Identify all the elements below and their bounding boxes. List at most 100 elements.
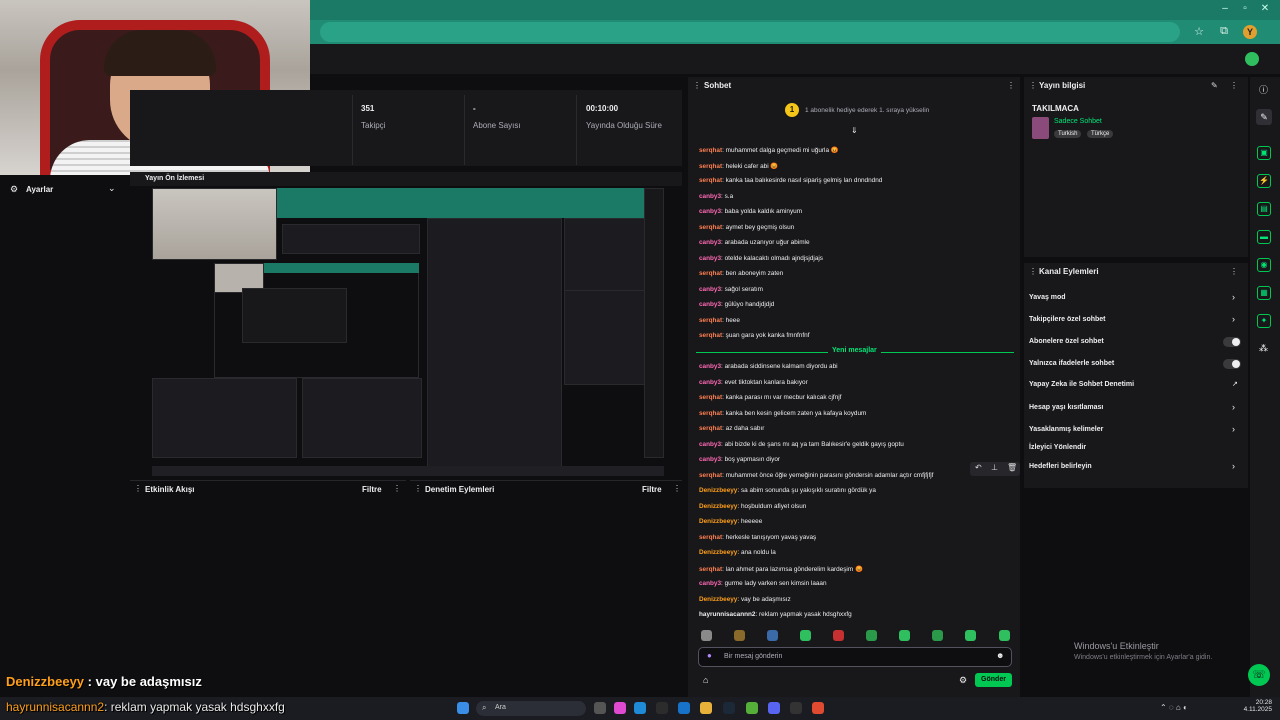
taskbar-search[interactable]: [476, 701, 586, 716]
activity-filter-button[interactable]: Filtre: [362, 485, 382, 494]
discord-icon[interactable]: [768, 702, 780, 714]
chat-username[interactable]: serqhat: [699, 332, 722, 339]
app-icon[interactable]: [656, 702, 668, 714]
emote-icon[interactable]: [999, 630, 1010, 641]
emote-icon[interactable]: [767, 630, 778, 641]
gear-icon[interactable]: ⚙: [959, 675, 967, 686]
app-icon[interactable]: [614, 702, 626, 714]
chat-message[interactable]: canby3: gurme lady varken sen kimsin laa…: [699, 580, 827, 587]
chat-username[interactable]: serqhat: [699, 410, 722, 417]
close-icon[interactable]: ✕: [1258, 3, 1272, 17]
more-icon[interactable]: ⋮: [1230, 267, 1238, 276]
document-icon[interactable]: ▤: [1257, 202, 1271, 216]
profile-avatar[interactable]: Y: [1243, 25, 1257, 39]
chat-message[interactable]: Denizzbeeyy: sa abim sonunda şu yakışıkl…: [699, 487, 876, 494]
emote-icon[interactable]: [833, 630, 844, 641]
layout-icon[interactable]: ▦: [1257, 286, 1271, 300]
steam-icon[interactable]: [723, 702, 735, 714]
chat-message[interactable]: Denizzbeeyy: vay be adaşmısız: [699, 596, 791, 603]
chat-username[interactable]: serqhat: [699, 177, 722, 184]
chat-message[interactable]: serqhat: aymet bey geçmiş olsun: [699, 224, 794, 231]
edit-icon[interactable]: ✎: [1256, 109, 1272, 125]
extensions-icon[interactable]: ⧉: [1217, 25, 1231, 39]
chat-username[interactable]: serqhat: [699, 472, 722, 479]
drag-handle-icon[interactable]: ⋮: [1029, 267, 1037, 276]
ai-moderation-item[interactable]: Yapay Zeka ile Sohbet Denetimi: [1029, 381, 1134, 388]
mail-icon[interactable]: [678, 702, 690, 714]
chat-username[interactable]: Denizzbeeyy: [699, 549, 737, 556]
scroll-down-icon[interactable]: ⇓: [851, 126, 858, 135]
chat-username[interactable]: serqhat: [699, 394, 722, 401]
lightning-icon[interactable]: ⚡: [1257, 174, 1271, 188]
chat-username[interactable]: canby3: [699, 441, 721, 448]
raid-item[interactable]: İzleyici Yönlendir: [1029, 444, 1086, 451]
chat-message[interactable]: canby3: baba yolda kaldık aminyum: [699, 208, 802, 215]
chat-message[interactable]: canby3: boş yapmasın diyor: [699, 456, 780, 463]
maximize-icon[interactable]: ▫: [1238, 3, 1252, 17]
drag-handle-icon[interactable]: ⋮: [134, 484, 142, 493]
subs-only-item[interactable]: Abonelere özel sohbet: [1029, 338, 1104, 345]
clip-icon[interactable]: ▣: [1257, 146, 1271, 160]
tray-icons[interactable]: ⌃ ◌ ⌂ ◐: [1160, 703, 1188, 712]
chat-username[interactable]: hayrunnisacannn2: [699, 611, 755, 618]
chat-username[interactable]: serqhat: [699, 534, 722, 541]
user-avatar[interactable]: [1245, 52, 1259, 66]
chat-username[interactable]: canby3: [699, 193, 721, 200]
chat-message[interactable]: canby3: gülüyo handjdjdjd: [699, 301, 774, 308]
drag-handle-icon[interactable]: ⋮: [693, 81, 701, 90]
emoji-icon[interactable]: ☻: [996, 651, 1004, 660]
subs-only-toggle[interactable]: [1223, 337, 1241, 347]
chat-message[interactable]: serqhat: kanka taa balıkesirde nasıl sip…: [699, 177, 882, 184]
taskview-icon[interactable]: [594, 702, 606, 714]
chat-username[interactable]: serqhat: [699, 566, 722, 573]
chat-message[interactable]: canby3: arabada siddinsene kalmam diyord…: [699, 363, 838, 370]
wrench-icon[interactable]: ✦: [1257, 314, 1271, 328]
chat-message[interactable]: canby3: otelde kalacaktı olmadı ajndjsjd…: [699, 255, 823, 262]
chat-username[interactable]: canby3: [699, 286, 721, 293]
chat-message[interactable]: Denizzbeeyy: ana noldu la: [699, 549, 776, 556]
pin-icon[interactable]: ⊥: [991, 463, 998, 472]
chat-username[interactable]: serqhat: [699, 163, 722, 170]
chat-username[interactable]: canby3: [699, 301, 721, 308]
app-icon[interactable]: [746, 702, 758, 714]
account-age-item[interactable]: Hesap yaşı kısıtlaması: [1029, 404, 1103, 411]
chat-username[interactable]: canby3: [699, 208, 721, 215]
chat-message[interactable]: serqhat: az daha sabır: [699, 425, 764, 432]
moderation-filter-button[interactable]: Filtre: [642, 485, 662, 494]
chat-username[interactable]: canby3: [699, 363, 721, 370]
chat-message[interactable]: canby3: evet tiktoktan kanlara bakıyor: [699, 379, 808, 386]
taskbar-clock[interactable]: 20:28 4.11.2025: [1228, 699, 1272, 713]
chat-username[interactable]: serqhat: [699, 147, 722, 154]
emote-icon[interactable]: [800, 630, 811, 641]
more-icon[interactable]: ⋮: [1007, 81, 1015, 90]
broadcast-icon[interactable]: ◉: [1257, 258, 1271, 272]
followers-only-item[interactable]: Takipçilere özel sohbet: [1029, 316, 1106, 323]
chat-message[interactable]: Denizzbeeyy: heeeee: [699, 518, 762, 525]
emote-only-item[interactable]: Yalnızca ifadelerle sohbet: [1029, 360, 1114, 367]
tag[interactable]: Türkçe: [1087, 130, 1114, 138]
chat-username[interactable]: serqhat: [699, 270, 722, 277]
drag-handle-icon[interactable]: ⋮: [1029, 81, 1037, 90]
emote-icon[interactable]: [866, 630, 877, 641]
reply-icon[interactable]: ↶: [975, 463, 982, 472]
folder-icon[interactable]: [700, 702, 712, 714]
chat-message[interactable]: canby3: arabada uzanıyor uğur abimle: [699, 239, 810, 246]
chat-username[interactable]: Denizzbeeyy: [699, 596, 737, 603]
chat-message[interactable]: serqhat: heee: [699, 317, 740, 324]
chat-message[interactable]: canby3: s.a: [699, 193, 733, 200]
chat-username[interactable]: canby3: [699, 456, 721, 463]
edge-icon[interactable]: [634, 702, 646, 714]
store-icon[interactable]: ⌂: [703, 675, 708, 685]
banned-words-item[interactable]: Yasaklanmış kelimeler: [1029, 426, 1103, 433]
emote-icon[interactable]: [899, 630, 910, 641]
microphone-icon[interactable]: ●: [707, 651, 712, 660]
minimize-icon[interactable]: –: [1218, 3, 1232, 17]
chat-message[interactable]: serqhat: muhammet önce öğle yemeğinin pa…: [699, 472, 933, 479]
chat-username[interactable]: Denizzbeeyy: [699, 487, 737, 494]
settings-label[interactable]: Ayarlar: [26, 185, 53, 194]
chat-message[interactable]: serqhat: herkesle tanışıyom yavaş yavaş: [699, 534, 816, 541]
chat-username[interactable]: canby3: [699, 239, 721, 246]
chat-message[interactable]: serqhat: şuan gara yok kanka fmnfnfnf: [699, 332, 810, 339]
help-chat-icon[interactable]: ☏: [1248, 664, 1270, 686]
emote-icon[interactable]: [734, 630, 745, 641]
